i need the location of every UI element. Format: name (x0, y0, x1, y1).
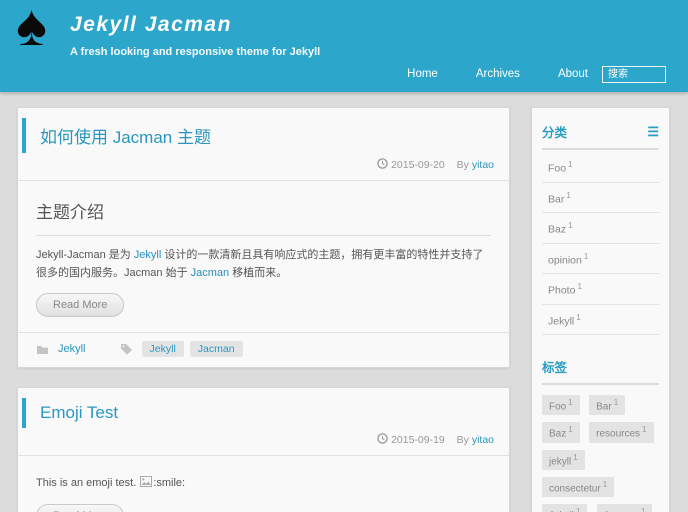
sidebar-tag-pill[interactable]: Baz 1 (542, 422, 580, 443)
post-category-link[interactable]: Jekyll (58, 343, 86, 355)
sidebar-category-item[interactable]: Bar 1 (542, 183, 659, 213)
post-head: Emoji Test 2015-09-19 By yitao (18, 388, 509, 457)
tag-icon (120, 343, 133, 355)
post-tag-pill[interactable]: Jekyll (141, 341, 184, 358)
widget-title: 分类 ☰ (542, 114, 659, 148)
by-label: By (456, 434, 469, 447)
sidebar-category-item[interactable]: Foo 1 (542, 152, 659, 183)
post-meta: 2015-09-20 By yitao (18, 153, 509, 181)
sidebar-tag-pill[interactable]: Foo 1 (542, 395, 580, 416)
sidebar: 分类 ☰ Foo 1 Bar 1 Baz 1 opinion 1 Photo 1 Jeky… (531, 107, 670, 512)
hamburger-menu-icon[interactable]: ☰ (647, 125, 659, 138)
widget-title: 标签 (542, 349, 659, 383)
page-container: 如何使用 Jacman 主题 2015-09-20 By yitao 主题介绍 … (0, 92, 688, 512)
read-more-button[interactable]: Read More (36, 293, 125, 318)
site-title: Jekyll Jacman (70, 13, 232, 36)
categories-title: 分类 (542, 126, 568, 140)
tags-title: 标签 (542, 361, 568, 375)
post-footer: Jekyll Jekyll Jacman (18, 332, 509, 367)
search-input[interactable] (602, 66, 666, 83)
post-date: 2015-09-19 (391, 434, 445, 447)
search-box (602, 64, 666, 83)
section-heading: 主题介绍 (36, 181, 491, 236)
sidebar-tag-pill[interactable]: Jekyll1 (542, 504, 588, 512)
jacman-link[interactable]: Jacman (191, 267, 230, 279)
post-title-link[interactable]: 如何使用 Jacman 主题 (22, 118, 509, 153)
excerpt-text: Jekyll-Jacman 是为 (36, 249, 134, 261)
emoji-alt-text: :smile: (153, 477, 186, 490)
title-block: Jekyll Jacman A fresh looking and respon… (70, 13, 320, 58)
author-link[interactable]: yitao (472, 434, 494, 446)
sidebar-card: 分类 ☰ Foo 1 Bar 1 Baz 1 opinion 1 Photo 1 Jeky… (531, 107, 670, 512)
post-head: 如何使用 Jacman 主题 2015-09-20 By yitao (18, 108, 509, 181)
sidebar-category-item[interactable]: opinion 1 (542, 244, 659, 274)
post-card: 如何使用 Jacman 主题 2015-09-20 By yitao 主题介绍 … (17, 107, 510, 369)
post-tag-pill[interactable]: Jacman (189, 341, 243, 358)
sidebar-tag-pill[interactable]: jekyll 1 (542, 449, 585, 470)
folder-icon (36, 344, 49, 355)
nav-item-home[interactable]: Home (407, 68, 438, 80)
divider (542, 383, 659, 385)
nav-item-about[interactable]: About (558, 68, 588, 80)
post-body: 主题介绍 Jekyll-Jacman 是为 Jekyll 设计的一款清新且具有响… (18, 181, 509, 332)
main-nav: Home Archives About (369, 64, 666, 83)
post-title-link[interactable]: Emoji Test (22, 398, 509, 429)
post-date: 2015-09-20 (391, 159, 445, 171)
emoji-test-line: This is an emoji test. :smile: (36, 476, 491, 490)
content-column: 如何使用 Jacman 主题 2015-09-20 By yitao 主题介绍 … (17, 107, 510, 512)
emoji-text: This is an emoji test. (36, 477, 140, 490)
widget-categories: 分类 ☰ Foo 1 Bar 1 Baz 1 opinion 1 Photo 1 Jeky… (532, 108, 669, 343)
nav-item-archives[interactable]: Archives (476, 68, 520, 80)
site-header: ♠ Jekyll Jacman A fresh looking and resp… (0, 0, 688, 92)
sidebar-tag-pill[interactable]: consectetur 1 (542, 476, 615, 498)
sidebar-category-item[interactable]: Baz 1 (542, 213, 659, 244)
post-body: This is an emoji test. :smile: Read More (18, 476, 509, 512)
read-more-button[interactable]: Read More (36, 504, 125, 512)
jekyll-link[interactable]: Jekyll (134, 249, 162, 261)
sidebar-category-item[interactable]: Jekyll 1 (542, 305, 659, 335)
excerpt-text: 移植而来。 (229, 266, 288, 279)
post-card: Emoji Test 2015-09-19 By yitao This is a… (17, 387, 510, 512)
by-label: By (456, 159, 469, 171)
site-subtitle: A fresh looking and responsive theme for… (70, 46, 321, 58)
broken-image-icon (140, 476, 153, 490)
clock-icon (377, 433, 388, 444)
post-excerpt: Jekyll-Jacman 是为 Jekyll 设计的一款清新且具有响应式的主题… (36, 247, 491, 282)
sidebar-category-item[interactable]: Photo 1 (542, 274, 659, 305)
sidebar-tag-pill[interactable]: Bar 1 (589, 395, 626, 416)
post-meta: 2015-09-19 By yitao (18, 428, 509, 457)
spade-logo-icon: ♠ (16, 0, 47, 58)
tag-pill-list: Foo 1 Bar 1 Baz 1 resources 1 jekyll 1 consec… (542, 387, 659, 512)
sidebar-tag-pill[interactable]: resources 1 (589, 422, 654, 443)
author-link[interactable]: yitao (472, 159, 494, 171)
widget-tags: 标签 Foo 1 Bar 1 Baz 1 resources 1 jekyll 1 con… (532, 343, 669, 512)
clock-icon (377, 158, 388, 169)
sidebar-tag-pill[interactable]: Jacman1 (596, 504, 653, 512)
divider (542, 148, 659, 150)
